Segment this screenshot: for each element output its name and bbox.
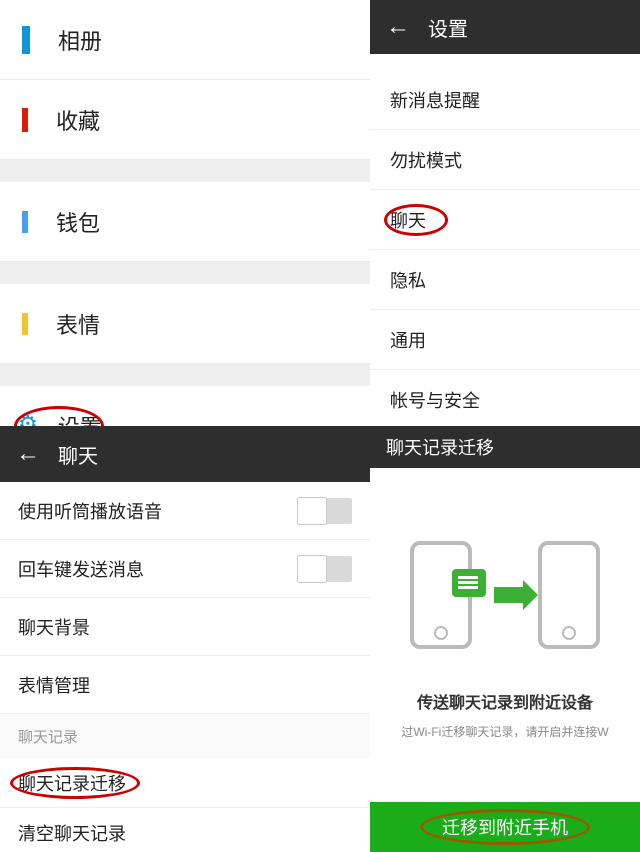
item-label: 聊天 [390,207,426,233]
chat-item-stickers[interactable]: 表情管理 [0,656,370,714]
migrate-header: 聊天记录迁移 [370,426,640,468]
settings-item-account[interactable]: 帐号与安全 [370,370,640,426]
chat-settings-header: ← 聊天 [0,426,370,482]
header-title: 聊天记录迁移 [386,434,494,460]
settings-item-general[interactable]: 通用 [370,310,640,370]
settings-header: ← 设置 [370,0,640,54]
menu-item-settings[interactable]: ⚙ 设置 [0,386,370,426]
item-label: 通用 [390,327,426,353]
phones-illustration [410,541,600,649]
menu-label: 钱包 [56,206,100,238]
section-divider [0,160,370,182]
migrate-heading: 传送聊天记录到附近设备 [417,689,593,713]
menu-label: 设置 [58,410,102,427]
settings-item-privacy[interactable]: 隐私 [370,250,640,310]
favorites-icon [22,108,28,132]
chat-item-earpiece[interactable]: 使用听筒播放语音 [0,482,370,540]
section-label: 聊天记录 [18,726,78,747]
menu-item-album[interactable]: 相册 [0,0,370,80]
item-label: 新消息提醒 [390,87,480,113]
chat-settings-panel: ← 聊天 使用听筒播放语音 回车键发送消息 聊天背景 表情管理 聊天记录 聊天记… [0,426,370,852]
item-label: 回车键发送消息 [18,556,144,582]
settings-icon: ⚙ [18,411,38,427]
item-label: 使用听筒播放语音 [18,498,162,524]
menu-item-favorites[interactable]: 收藏 [0,80,370,160]
chat-item-clear[interactable]: 清空聊天记录 [0,808,370,852]
item-label: 表情管理 [18,672,90,698]
section-divider [0,262,370,284]
migrate-panel: 聊天记录迁移 传送聊天记录到附近设备 过Wi-Fi迁移聊天记录，请开启并连接W … [370,426,640,852]
header-title: 聊天 [58,440,98,469]
section-header-chatlog: 聊天记录 [0,714,370,758]
chat-bubble-icon [452,569,486,597]
chat-item-enter-send[interactable]: 回车键发送消息 [0,540,370,598]
item-label: 聊天记录迁移 [18,770,126,796]
menu-label: 表情 [56,308,100,340]
item-label: 勿扰模式 [390,147,462,173]
item-label: 帐号与安全 [390,387,480,413]
menu-item-wallet[interactable]: 钱包 [0,182,370,262]
back-icon[interactable]: ← [386,13,410,41]
migrate-subtext: 过Wi-Fi迁移聊天记录，请开启并连接W [401,723,608,740]
emoji-icon [22,313,28,335]
settings-item-dnd[interactable]: 勿扰模式 [370,130,640,190]
item-label: 清空聊天记录 [18,820,126,846]
settings-item-notifications[interactable]: 新消息提醒 [370,70,640,130]
chat-item-migrate[interactable]: 聊天记录迁移 [0,758,370,808]
back-icon[interactable]: ← [16,440,40,468]
button-label: 迁移到附近手机 [442,814,568,840]
header-title: 设置 [428,13,468,42]
wallet-icon [22,211,28,233]
section-divider [0,364,370,386]
item-label: 隐私 [390,267,426,293]
menu-item-stickers[interactable]: 表情 [0,284,370,364]
menu-label: 相册 [58,24,102,56]
me-menu-panel: 相册 收藏 钱包 表情 ⚙ 设置 [0,0,370,426]
settings-panel: ← 设置 新消息提醒 勿扰模式 聊天 隐私 通用 帐号与安全 [370,0,640,426]
arrow-icon [494,587,524,603]
album-icon [22,26,30,54]
toggle-switch[interactable] [298,556,352,582]
migrate-illustration-area: 传送聊天记录到附近设备 过Wi-Fi迁移聊天记录，请开启并连接W [370,468,640,802]
phone-target-icon [538,541,600,649]
settings-item-chat[interactable]: 聊天 [370,190,640,250]
toggle-switch[interactable] [298,498,352,524]
chat-item-background[interactable]: 聊天背景 [0,598,370,656]
item-label: 聊天背景 [18,614,90,640]
menu-label: 收藏 [56,104,100,136]
migrate-button[interactable]: 迁移到附近手机 [370,802,640,852]
